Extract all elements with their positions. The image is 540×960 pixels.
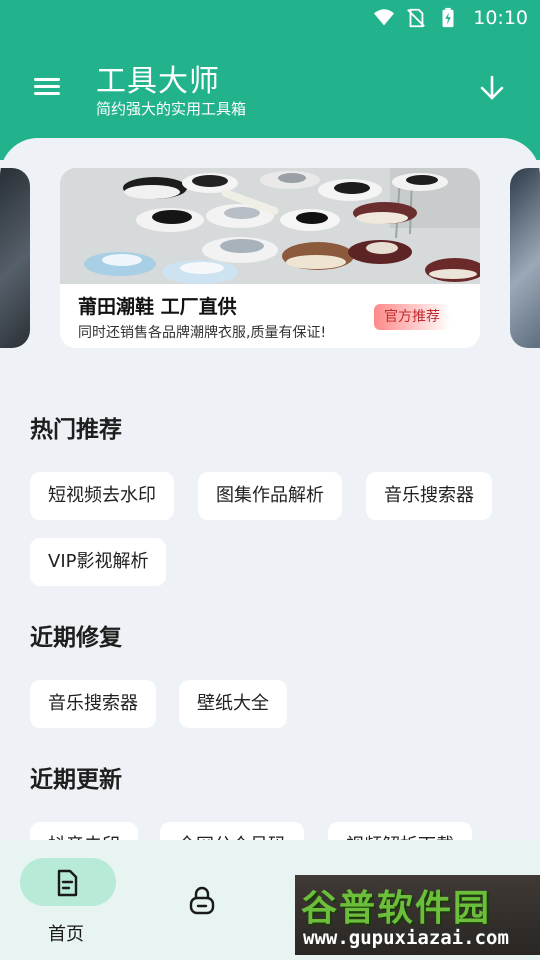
wifi-icon xyxy=(374,9,395,26)
battery-charging-icon xyxy=(442,7,454,28)
banner-caption: 莆田潮鞋 工厂直供 同时还销售各品牌潮牌衣服,质量有保证! 官方推荐 xyxy=(60,284,480,348)
chip-hot-3[interactable]: VIP影视解析 xyxy=(30,538,167,586)
status-time: 10:10 xyxy=(473,7,528,29)
chip-updated-0[interactable]: 抖音去印 xyxy=(30,822,138,840)
promo-banner[interactable]: 莆田潮鞋 工厂直供 同时还销售各品牌潮牌衣服,质量有保证! 官方推荐 xyxy=(60,168,480,348)
nav-item-lock[interactable] xyxy=(135,840,270,960)
section-title-updated: 近期更新 xyxy=(30,767,122,793)
section-title-hot: 热门推荐 xyxy=(30,417,122,443)
nav-item-home[interactable]: 首页 xyxy=(0,840,135,960)
chip-fixed-1[interactable]: 壁纸大全 xyxy=(179,680,287,728)
status-bar: 10:10 xyxy=(0,0,540,36)
watermark-logo: 谷普软件园 www.gupuxiazai.com xyxy=(295,875,540,955)
main-content: 莆田潮鞋 工厂直供 同时还销售各品牌潮牌衣服,质量有保证! 官方推荐 热门推荐 … xyxy=(0,138,540,840)
banner-prev-slide[interactable] xyxy=(0,168,30,348)
chip-fixed-0[interactable]: 音乐搜索器 xyxy=(30,680,156,728)
app-title: 工具大师 xyxy=(96,64,220,99)
banner-sneakers-image xyxy=(60,168,480,284)
chip-updated-1[interactable]: 全网公众号码 xyxy=(160,822,304,840)
lock-icon xyxy=(189,886,215,915)
document-icon xyxy=(57,869,78,897)
banner-next-slide[interactable] xyxy=(510,168,540,348)
no-sim-icon xyxy=(407,8,426,28)
status-icons: 10:10 xyxy=(373,6,528,30)
app-header: 10:10 工具大师 简约强大的实用工具箱 xyxy=(0,0,540,160)
nav-home-label: 首页 xyxy=(48,924,84,945)
download-arrow-icon[interactable] xyxy=(478,74,506,102)
watermark-url: www.gupuxiazai.com xyxy=(303,927,509,949)
chip-updated-2[interactable]: 视频解析下载 xyxy=(328,822,472,840)
banner-title: 莆田潮鞋 工厂直供 xyxy=(78,296,237,318)
banner-badge: 官方推荐 xyxy=(374,304,450,330)
chip-hot-2[interactable]: 音乐搜索器 xyxy=(366,472,492,520)
app-subtitle: 简约强大的实用工具箱 xyxy=(96,100,247,118)
chip-hot-0[interactable]: 短视频去水印 xyxy=(30,472,174,520)
chip-hot-1[interactable]: 图集作品解析 xyxy=(198,472,342,520)
app-bar: 工具大师 简约强大的实用工具箱 xyxy=(0,36,540,136)
menu-icon[interactable] xyxy=(30,74,66,100)
section-title-fixed: 近期修复 xyxy=(30,625,122,651)
watermark-brand: 谷普软件园 xyxy=(301,888,492,929)
banner-description: 同时还销售各品牌潮牌衣服,质量有保证! xyxy=(78,325,327,341)
